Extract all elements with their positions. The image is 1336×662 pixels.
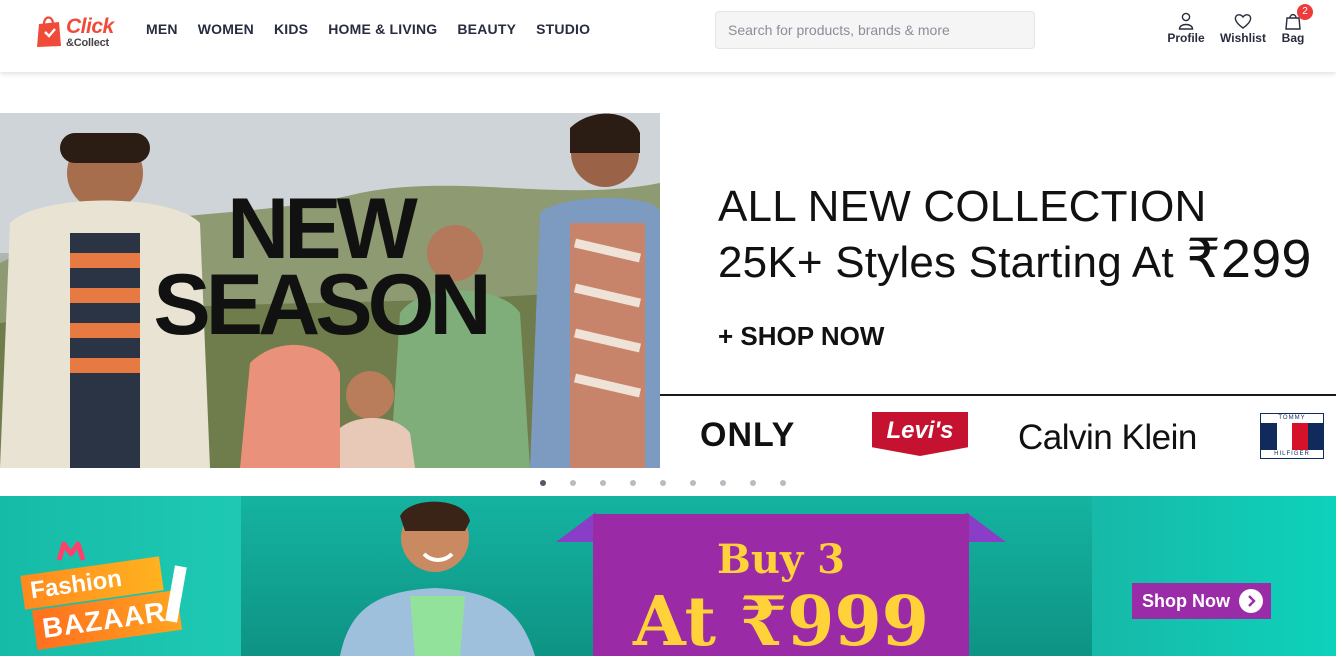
brand-calvin-klein[interactable]: Calvin Klein xyxy=(1018,418,1197,458)
search-box xyxy=(715,11,1035,49)
brand-hilfiger-text: HILFIGER xyxy=(1274,451,1310,457)
search-input[interactable] xyxy=(716,12,1034,48)
m-logo-icon xyxy=(56,541,86,561)
profile-label: Profile xyxy=(1167,31,1205,45)
user-icon xyxy=(1178,12,1194,30)
hero-banner[interactable]: NEW SEASON ALL NEW COLLECTION 25K+ Style… xyxy=(0,113,1336,468)
new-season-line2: SEASON xyxy=(153,257,491,353)
brand-tommy-text: TOMMY xyxy=(1261,414,1323,423)
top-header: Click &Collect MEN WOMEN KIDS HOME & LIV… xyxy=(0,0,1336,72)
banner-shop-now-label: Shop Now xyxy=(1142,591,1230,611)
fashion-bazaar-badge: Fashion BAZAAR xyxy=(18,536,198,652)
hero-headline-line1: ALL NEW COLLECTION xyxy=(718,182,1207,231)
carousel-dot[interactable] xyxy=(750,480,756,486)
new-season-overlay: NEW SEASON xyxy=(0,181,660,353)
carousel-dot[interactable] xyxy=(780,480,786,486)
hero-headline-line2: 25K+ Styles Starting At ₹299 xyxy=(718,232,1312,289)
hero-headline: ALL NEW COLLECTION 25K+ Styles Starting … xyxy=(718,181,1312,289)
heart-icon xyxy=(1234,14,1252,29)
hero-image-new-season[interactable]: NEW SEASON xyxy=(0,113,660,468)
carousel-dot[interactable] xyxy=(720,480,726,486)
chevron-right-icon xyxy=(1239,589,1263,613)
nav-women[interactable]: WOMEN xyxy=(198,20,254,37)
click-collect-logo[interactable]: Click &Collect xyxy=(34,8,124,52)
carousel-dot[interactable] xyxy=(600,480,606,486)
profile-action[interactable]: Profile xyxy=(1166,12,1206,45)
nav-studio[interactable]: STUDIO xyxy=(536,20,590,37)
new-season-line1: NEW xyxy=(227,181,418,277)
nav-beauty[interactable]: BEAUTY xyxy=(457,20,516,37)
wishlist-label: Wishlist xyxy=(1220,31,1266,45)
carousel-dot[interactable] xyxy=(660,480,666,486)
nav-kids[interactable]: KIDS xyxy=(274,20,308,37)
brand-levis[interactable]: Levi's xyxy=(872,412,968,456)
offer-line1: Buy 3 xyxy=(717,536,845,583)
brand-tommy-hilfiger[interactable]: TOMMY HILFIGER xyxy=(1260,413,1324,459)
model-illustration xyxy=(340,501,535,656)
logo-text-collect: &Collect xyxy=(66,37,110,49)
offer-scroll: Buy 3 At ₹999 xyxy=(593,514,969,662)
main-nav: MEN WOMEN KIDS HOME & LIVING BEAUTY STUD… xyxy=(146,20,610,37)
hero-headline-price: ₹299 xyxy=(1186,229,1312,289)
fashion-bazaar-banner[interactable]: Fashion BAZAAR Buy 3 At ₹999 Shop Now xyxy=(0,496,1336,662)
carousel-dot[interactable] xyxy=(690,480,696,486)
bag-action[interactable]: 2 Bag xyxy=(1280,4,1313,45)
bag-label: Bag xyxy=(1281,31,1305,45)
brand-levis-text: Levi's xyxy=(886,417,954,444)
carousel-dot[interactable] xyxy=(570,480,576,486)
offer-line2: At ₹999 xyxy=(633,582,929,662)
wishlist-action[interactable]: Wishlist xyxy=(1219,12,1267,45)
logo-text-click: Click xyxy=(66,15,114,38)
carousel-dot[interactable] xyxy=(630,480,636,486)
hero-shop-now-link[interactable]: + SHOP NOW xyxy=(718,321,884,352)
nav-home-living[interactable]: HOME & LIVING xyxy=(328,20,437,37)
brand-only[interactable]: ONLY xyxy=(700,416,795,455)
carousel-dot[interactable] xyxy=(540,480,546,486)
bag-count-badge: 2 xyxy=(1297,4,1313,20)
banner-shop-now-button[interactable]: Shop Now xyxy=(1132,583,1271,619)
brand-strip: ONLY Levi's Calvin Klein TOMMY HILFIGER xyxy=(660,394,1336,468)
carousel-dots xyxy=(540,480,786,486)
nav-men[interactable]: MEN xyxy=(146,20,178,37)
hero-copy: ALL NEW COLLECTION 25K+ Styles Starting … xyxy=(660,113,1336,395)
hero-headline-prefix: 25K+ Styles Starting At xyxy=(718,238,1187,287)
shopping-bag-logo-icon xyxy=(37,16,61,47)
